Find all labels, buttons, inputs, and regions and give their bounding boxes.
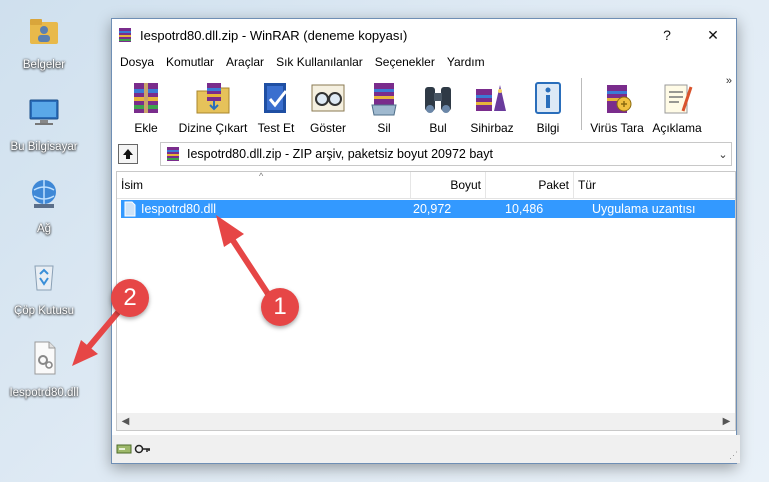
annotation-arrows [72,215,275,366]
step-badge-1: 1 [261,288,299,326]
arrow-1-shaft [227,233,275,303]
arrow-1-head [216,215,244,247]
arrow-2-shaft [85,307,123,351]
step-badge-2: 2 [111,279,149,317]
